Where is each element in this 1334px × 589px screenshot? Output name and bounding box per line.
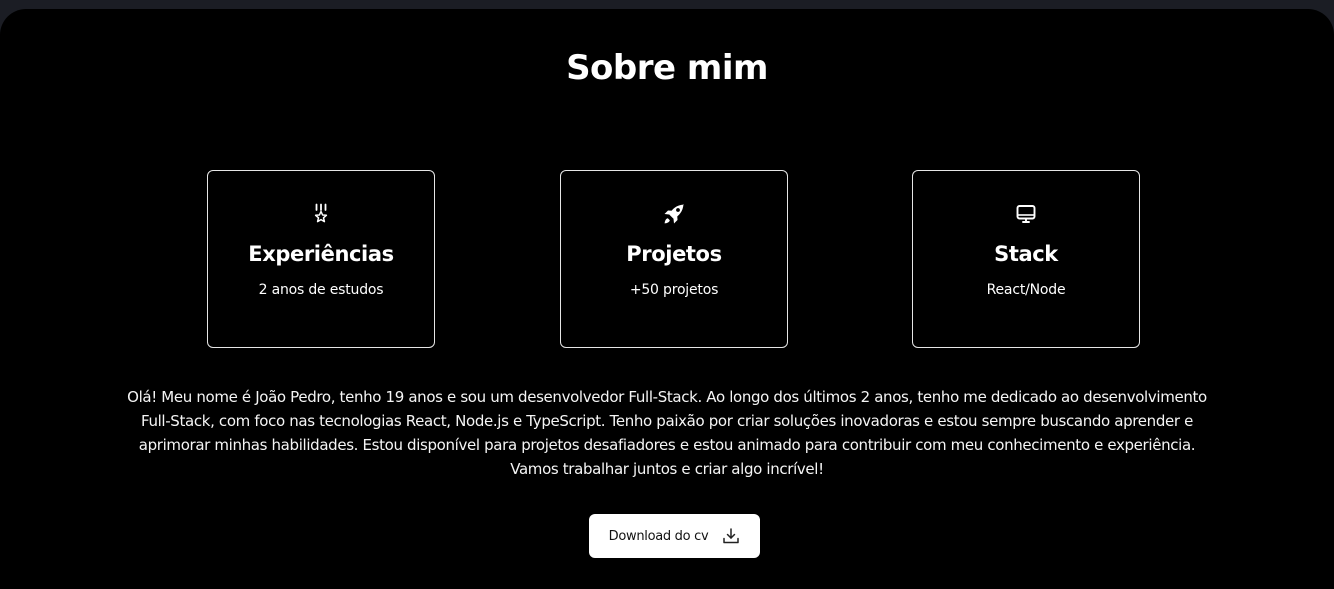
medal-icon	[208, 203, 434, 227]
section-title: Sobre mim	[566, 48, 768, 88]
card-stack: Stack React/Node	[912, 170, 1140, 348]
about-section: Sobre mim Experiências 2 anos de estudos	[0, 9, 1334, 589]
about-description: Olá! Meu nome é João Pedro, tenho 19 ano…	[127, 388, 1207, 478]
card-subtitle: +50 projetos	[629, 282, 719, 298]
card-experiences: Experiências 2 anos de estudos	[207, 170, 435, 348]
card-subtitle: React/Node	[986, 282, 1066, 298]
download-icon	[722, 527, 740, 545]
download-button-label: Download do cv	[608, 528, 709, 544]
card-title: Stack	[994, 242, 1058, 266]
card-title: Experiências	[248, 242, 394, 266]
monitor-icon	[913, 203, 1139, 227]
card-projects: Projetos +50 projetos	[560, 170, 788, 348]
card-title: Projetos	[626, 242, 722, 266]
rocket-icon	[561, 203, 787, 227]
card-subtitle: 2 anos de estudos	[258, 282, 384, 298]
download-cv-button[interactable]: Download do cv	[589, 514, 760, 558]
